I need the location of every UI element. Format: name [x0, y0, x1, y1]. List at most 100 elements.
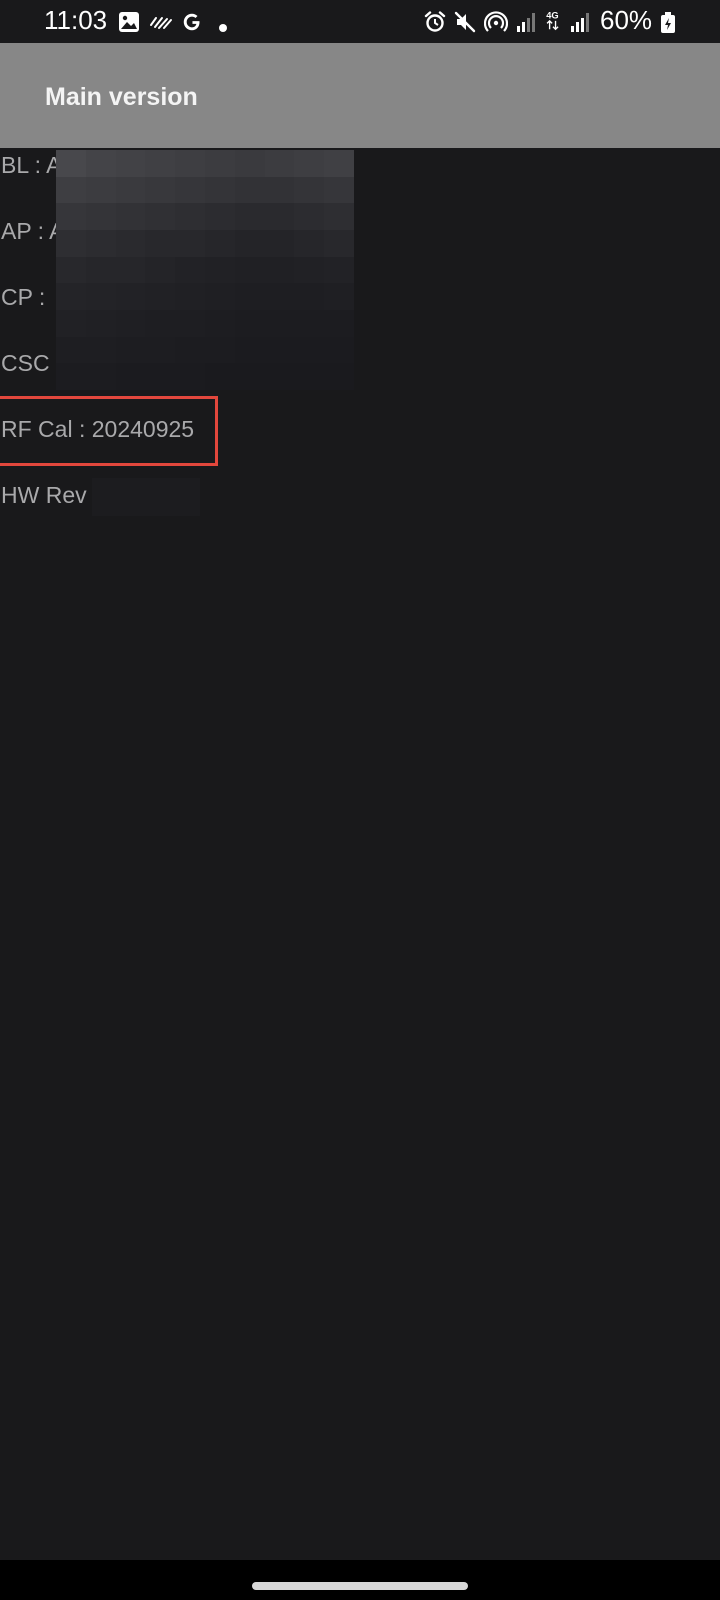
redaction-pixel	[234, 229, 265, 257]
redaction-pixel	[264, 256, 295, 284]
redaction-pixel	[324, 150, 354, 177]
highlight-box	[0, 396, 218, 466]
redaction-pixel	[204, 203, 235, 230]
redaction-pixel	[294, 203, 325, 230]
redaction-pixel	[145, 176, 176, 204]
redaction-pixel	[145, 336, 176, 364]
redaction-pixel	[56, 309, 86, 337]
redaction-pixel	[264, 150, 295, 177]
home-handle[interactable]	[252, 1582, 468, 1590]
redaction-pixel	[175, 256, 205, 284]
redaction-pixel	[175, 176, 205, 204]
redaction-pixel	[204, 229, 235, 257]
cp-version-line: CP :	[1, 284, 46, 310]
redacted-area-small	[92, 478, 200, 516]
bl-version-line: BL : A	[1, 152, 62, 178]
redaction-pixel	[145, 283, 176, 310]
ap-version-line: AP : A	[1, 218, 65, 244]
redaction-pixel	[234, 176, 265, 204]
redaction-pixel	[115, 203, 146, 230]
redaction-pixel	[294, 229, 325, 257]
status-time: 11:03	[44, 5, 108, 35]
redaction-pixel	[115, 256, 146, 284]
redaction-pixel	[264, 229, 295, 257]
redaction-pixel	[204, 150, 235, 177]
redaction-pixel	[324, 203, 354, 230]
redaction-pixel	[56, 283, 86, 310]
redaction-pixel	[204, 256, 235, 284]
redaction-pixel	[145, 229, 176, 257]
redaction-pixel	[175, 229, 205, 257]
redaction-pixel	[145, 363, 176, 390]
activity-icon	[150, 17, 172, 29]
redaction-pixel	[294, 309, 325, 337]
redaction-pixel	[324, 283, 354, 310]
redaction-pixel	[175, 336, 205, 364]
hw-rev-line: HW Rev	[1, 482, 87, 508]
redaction-pixel	[264, 336, 295, 364]
redaction-pixel	[264, 176, 295, 204]
hotspot-icon	[484, 11, 508, 32]
redaction-pixel	[145, 150, 176, 177]
redaction-pixel	[324, 256, 354, 284]
redaction-pixel	[85, 336, 116, 364]
redaction-pixel	[294, 176, 325, 204]
redaction-pixel	[85, 229, 116, 257]
redaction-pixel	[324, 309, 354, 337]
redaction-pixel	[294, 363, 325, 390]
redaction-pixel	[204, 309, 235, 337]
redaction-pixel	[204, 283, 235, 310]
redaction-pixel	[56, 150, 86, 177]
redaction-pixel	[85, 150, 116, 177]
redaction-pixel	[145, 309, 176, 337]
redaction-pixel	[56, 256, 86, 284]
redaction-pixel	[204, 336, 235, 364]
redaction-pixel	[85, 283, 116, 310]
mute-icon	[454, 11, 476, 33]
redaction-pixel	[264, 283, 295, 310]
battery-percentage: 60%	[600, 5, 653, 35]
redaction-pixel	[115, 309, 146, 337]
navigation-bar	[0, 1560, 720, 1600]
redaction-pixel	[264, 363, 295, 390]
redaction-pixel	[56, 336, 86, 364]
redaction-pixel	[175, 203, 205, 230]
redaction-pixel	[175, 150, 205, 177]
redaction-pixel	[56, 363, 86, 390]
redaction-pixel	[145, 256, 176, 284]
redaction-pixel	[234, 309, 265, 337]
redaction-pixel	[204, 363, 235, 390]
redaction-pixel	[85, 203, 116, 230]
redaction-pixel	[115, 229, 146, 257]
google-icon	[183, 13, 200, 31]
redaction-pixel	[56, 203, 86, 230]
redaction-pixel	[294, 256, 325, 284]
redaction-pixel	[234, 256, 265, 284]
redacted-area	[56, 150, 354, 390]
redaction-pixel	[175, 283, 205, 310]
redaction-pixel	[115, 283, 146, 310]
redaction-pixel	[115, 150, 146, 177]
redaction-pixel	[264, 203, 295, 230]
redaction-pixel	[175, 309, 205, 337]
gallery-icon	[119, 12, 139, 32]
redaction-pixel	[324, 336, 354, 364]
redaction-pixel	[324, 229, 354, 257]
redaction-pixel	[85, 363, 116, 390]
app-bar: Main version	[0, 43, 720, 148]
redaction-pixel	[85, 256, 116, 284]
redaction-pixel	[294, 150, 325, 177]
redaction-pixel	[324, 363, 354, 390]
redaction-pixel	[175, 363, 205, 390]
svg-text:4G: 4G	[546, 10, 558, 20]
redaction-pixel	[234, 336, 265, 364]
signal-icon	[571, 13, 589, 32]
redaction-pixel	[234, 363, 265, 390]
network-4g-icon: 4G	[546, 10, 559, 31]
redaction-pixel	[85, 176, 116, 204]
redaction-pixel	[145, 203, 176, 230]
redaction-pixel	[234, 283, 265, 310]
redaction-pixel	[115, 336, 146, 364]
redaction-pixel	[56, 176, 86, 204]
signal-icon	[517, 13, 535, 32]
